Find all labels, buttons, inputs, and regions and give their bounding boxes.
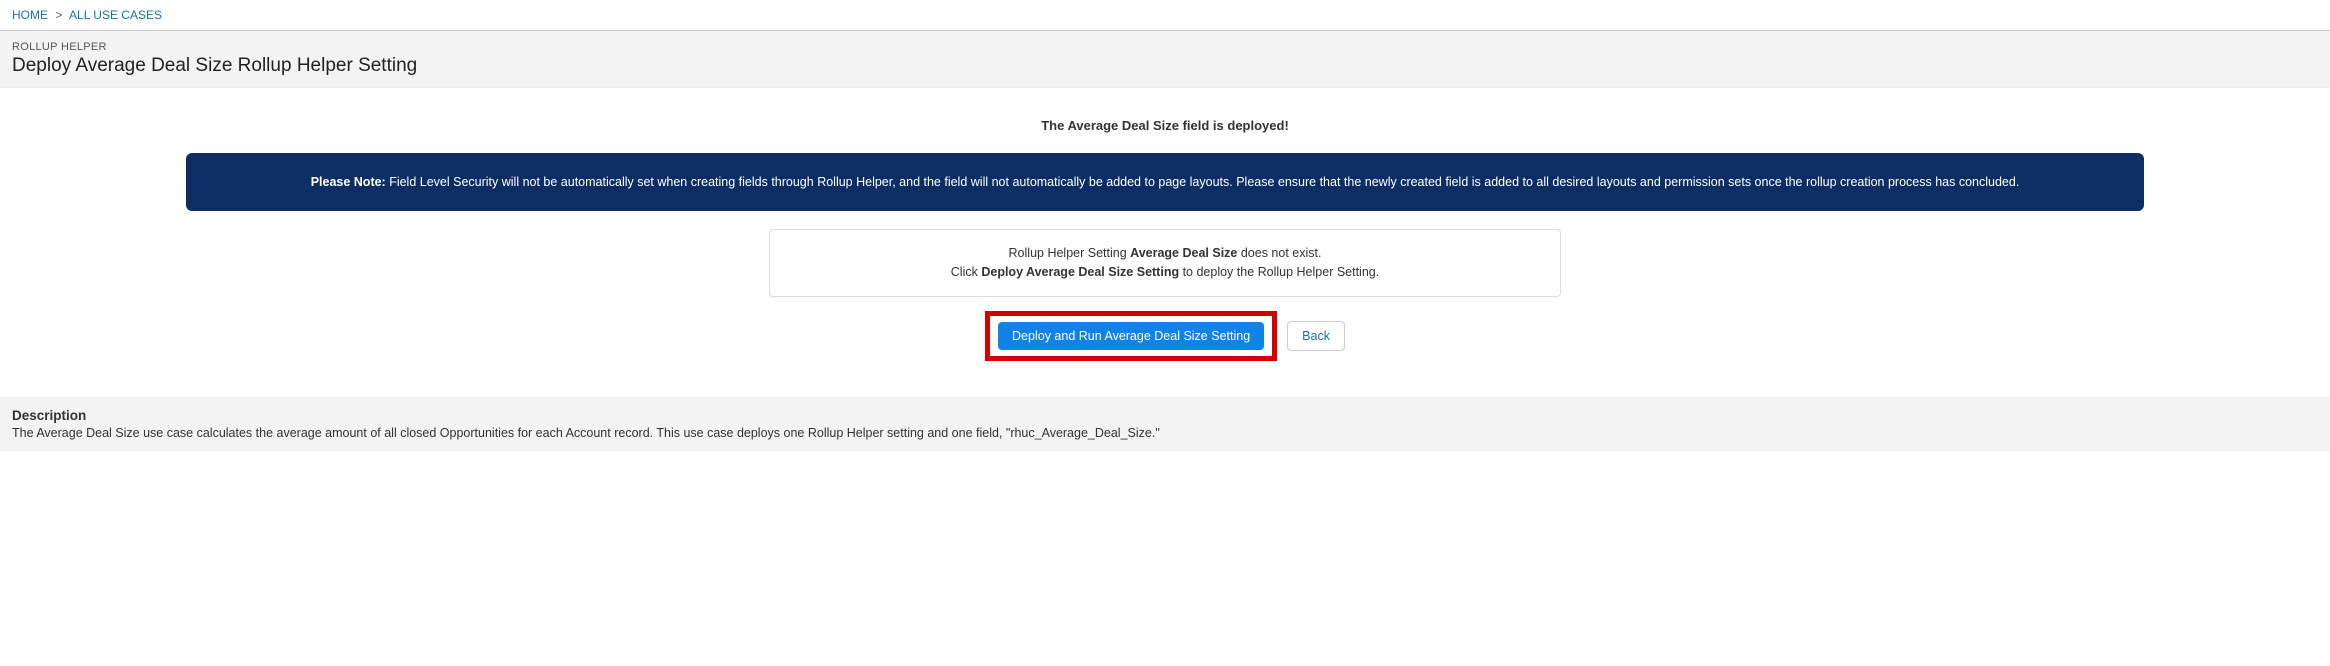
- page-title: Deploy Average Deal Size Rollup Helper S…: [12, 55, 2318, 77]
- status-line-2-pre: Click: [951, 265, 982, 279]
- status-line-1-pre: Rollup Helper Setting: [1009, 246, 1131, 260]
- breadcrumb-separator: >: [55, 8, 62, 22]
- status-line-2-post: to deploy the Rollup Helper Setting.: [1179, 265, 1379, 279]
- highlight-frame: Deploy and Run Average Deal Size Setting: [985, 311, 1277, 361]
- breadcrumb: HOME > ALL USE CASES: [0, 0, 2330, 30]
- status-line-2: Click Deploy Average Deal Size Setting t…: [788, 263, 1542, 282]
- deployed-message: The Average Deal Size field is deployed!: [0, 118, 2330, 133]
- note-prefix: Please Note:: [311, 175, 386, 189]
- status-line-1-post: does not exist.: [1237, 246, 1321, 260]
- action-buttons: Deploy and Run Average Deal Size Setting…: [985, 311, 1345, 361]
- status-message-box: Rollup Helper Setting Average Deal Size …: [769, 229, 1561, 297]
- note-box: Please Note: Field Level Security will n…: [186, 153, 2143, 211]
- main-content: The Average Deal Size field is deployed!…: [0, 88, 2330, 381]
- back-button[interactable]: Back: [1287, 321, 1345, 351]
- description-section: Description The Average Deal Size use ca…: [0, 397, 2330, 451]
- breadcrumb-all-use-cases-link[interactable]: ALL USE CASES: [69, 8, 162, 22]
- breadcrumb-home-link[interactable]: HOME: [12, 8, 48, 22]
- status-line-2-bold: Deploy Average Deal Size Setting: [981, 265, 1179, 279]
- status-line-1-bold: Average Deal Size: [1130, 246, 1237, 260]
- page-header: ROLLUP HELPER Deploy Average Deal Size R…: [0, 30, 2330, 88]
- status-line-1: Rollup Helper Setting Average Deal Size …: [788, 244, 1542, 263]
- app-label: ROLLUP HELPER: [12, 41, 2318, 53]
- deploy-run-button[interactable]: Deploy and Run Average Deal Size Setting: [998, 322, 1264, 350]
- description-body: The Average Deal Size use case calculate…: [12, 426, 2318, 440]
- description-title: Description: [12, 408, 2318, 423]
- note-body: Field Level Security will not be automat…: [386, 175, 2020, 189]
